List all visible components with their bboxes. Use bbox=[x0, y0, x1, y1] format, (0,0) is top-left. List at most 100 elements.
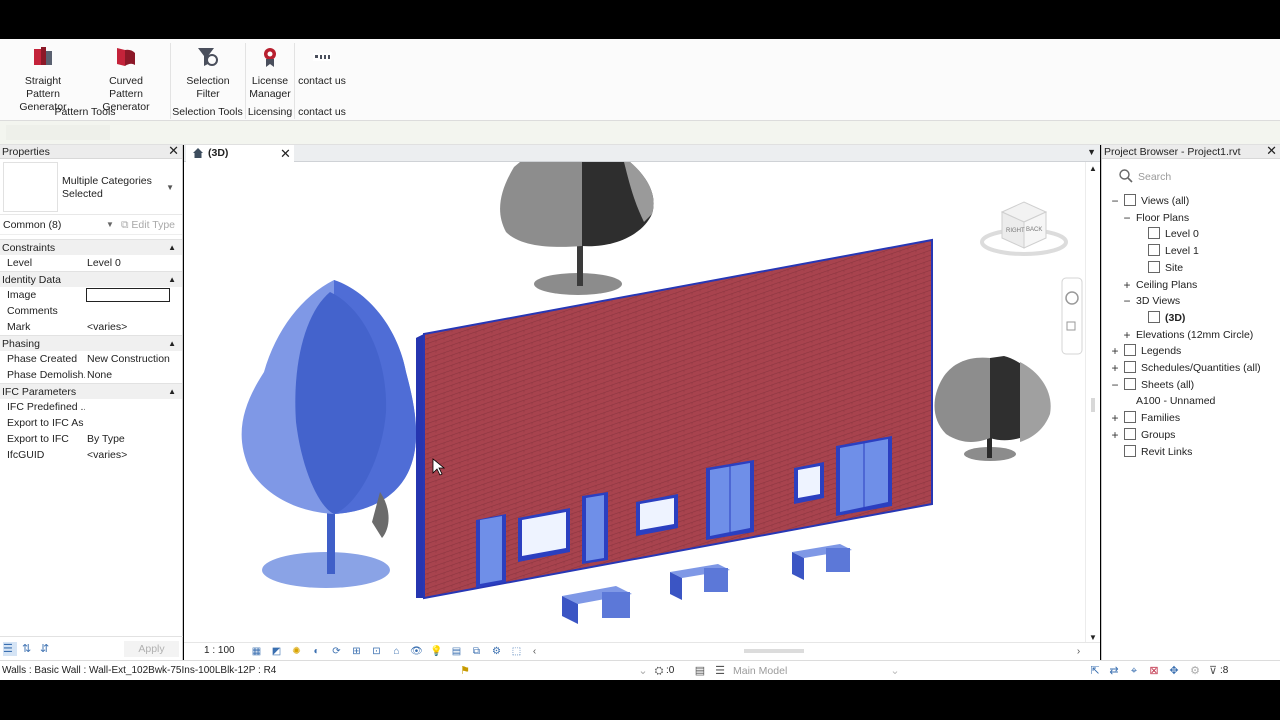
property-value[interactable]: None bbox=[87, 367, 112, 383]
collapse-icon[interactable]: − bbox=[1110, 377, 1120, 393]
property-value[interactable]: Level 0 bbox=[87, 255, 121, 271]
expand-icon[interactable]: + bbox=[1110, 360, 1120, 376]
temporary-hide-icon[interactable]: 👁 bbox=[410, 645, 423, 658]
chevron-down-icon[interactable]: ▼ bbox=[106, 215, 114, 235]
tree-item[interactable]: Revit Links bbox=[1124, 444, 1192, 460]
properties-help-icon[interactable]: ☰ bbox=[3, 642, 17, 656]
select-pinned-icon[interactable]: ⌖ bbox=[1127, 664, 1141, 678]
property-row[interactable]: Phase Created New Construction bbox=[0, 351, 182, 367]
tree-item[interactable]: + Groups bbox=[1111, 427, 1175, 443]
worksharing-display-icon[interactable]: ⧉ bbox=[470, 645, 483, 658]
expand-icon[interactable]: + bbox=[1110, 410, 1120, 426]
property-section-header[interactable]: IFC Parameters ▲ bbox=[0, 383, 182, 399]
filter-icon[interactable]: ⊽ bbox=[1206, 664, 1220, 678]
model-dropdown-icon[interactable]: ⌄ bbox=[888, 664, 902, 678]
property-value[interactable]: New Construction bbox=[87, 351, 170, 367]
close-tab-icon[interactable]: ✕ bbox=[280, 145, 291, 162]
tree-item[interactable]: + Ceiling Plans bbox=[1123, 277, 1197, 293]
property-value[interactable]: <varies> bbox=[87, 319, 127, 335]
chevron-down-icon[interactable]: ▼ bbox=[166, 183, 174, 192]
expand-icon[interactable]: + bbox=[1110, 427, 1120, 443]
workset-dropdown-icon[interactable]: ⌄ bbox=[636, 664, 650, 678]
crop-view-icon[interactable]: ⊞ bbox=[350, 645, 363, 658]
horizontal-scroll-thumb[interactable] bbox=[744, 649, 804, 653]
contact-us-button[interactable]: contact us bbox=[296, 45, 348, 88]
reveal-hidden-icon[interactable]: 💡 bbox=[430, 645, 443, 658]
collapse-icon[interactable]: ▲ bbox=[168, 240, 176, 256]
tree-item[interactable]: + Elevations (12mm Circle) bbox=[1123, 327, 1253, 343]
property-value[interactable]: <varies> bbox=[87, 447, 127, 463]
highlight-displacement-icon[interactable]: ⬚ bbox=[510, 645, 523, 658]
brick-wall[interactable] bbox=[416, 238, 933, 600]
collapse-icon[interactable]: − bbox=[1122, 210, 1132, 226]
tree-item[interactable]: A100 - Unnamed bbox=[1136, 393, 1215, 409]
edit-type-button[interactable]: ⧉ Edit Type bbox=[121, 215, 175, 235]
design-options-list-icon[interactable]: ☰ bbox=[713, 664, 727, 678]
3d-model-scene[interactable]: RIGHT BACK bbox=[184, 162, 1100, 642]
worksets-icon[interactable]: ⛭ bbox=[652, 664, 666, 678]
property-row[interactable]: IfcGUID <varies> bbox=[0, 447, 182, 463]
detail-level-icon[interactable]: ▦ bbox=[250, 645, 263, 658]
tree-item[interactable]: − Sheets (all) bbox=[1111, 377, 1194, 393]
select-underlay-icon[interactable]: ⇄ bbox=[1107, 664, 1121, 678]
scroll-down-icon[interactable]: ▼ bbox=[1089, 633, 1097, 642]
scroll-thumb[interactable] bbox=[1091, 398, 1095, 412]
sun-path-icon[interactable]: ✺ bbox=[290, 645, 303, 658]
expand-icon[interactable]: + bbox=[1122, 327, 1132, 343]
selection-filter-button[interactable]: Selection Filter bbox=[178, 45, 238, 101]
background-process-icon[interactable]: ⚙ bbox=[1188, 664, 1202, 678]
tree-item[interactable]: − Views (all) bbox=[1111, 193, 1189, 209]
show-crop-icon[interactable]: ⊡ bbox=[370, 645, 383, 658]
property-section-header[interactable]: Constraints ▲ bbox=[0, 239, 182, 255]
main-model-select[interactable]: Main Model bbox=[733, 665, 787, 677]
collapse-icon[interactable]: ▲ bbox=[168, 384, 176, 400]
collapse-icon[interactable]: ▲ bbox=[168, 272, 176, 288]
desk[interactable] bbox=[562, 586, 632, 624]
collapse-icon[interactable]: − bbox=[1122, 293, 1132, 309]
tree-item[interactable]: + Legends bbox=[1111, 343, 1181, 359]
scroll-right-icon[interactable]: › bbox=[1072, 645, 1085, 658]
lock-3d-view-icon[interactable]: ⌂ bbox=[390, 645, 403, 658]
property-section-header[interactable]: Identity Data ▲ bbox=[0, 271, 182, 287]
rendering-icon[interactable]: ⟳ bbox=[330, 645, 343, 658]
tree-right[interactable] bbox=[934, 356, 1051, 461]
scroll-left-icon[interactable]: ‹ bbox=[528, 645, 541, 658]
property-value[interactable]: By Type bbox=[87, 431, 125, 447]
tree-item[interactable]: + Schedules/Quantities (all) bbox=[1111, 360, 1261, 376]
property-row[interactable]: Export to IFC As bbox=[0, 415, 182, 431]
property-row[interactable]: Phase Demolish... None bbox=[0, 367, 182, 383]
property-row[interactable]: Level Level 0 bbox=[0, 255, 182, 271]
drag-elements-icon[interactable]: ✥ bbox=[1167, 664, 1181, 678]
navigation-bar[interactable] bbox=[1061, 277, 1083, 355]
type-selector[interactable]: Multiple Categories Selected ▼ bbox=[0, 159, 182, 215]
analytical-model-icon[interactable]: ⚙ bbox=[490, 645, 503, 658]
view-scale[interactable]: 1 : 100 bbox=[204, 645, 235, 656]
close-icon[interactable]: ✕ bbox=[168, 144, 179, 158]
straight-pattern-generator-button[interactable]: Straight Pattern Generator bbox=[4, 45, 82, 114]
tree-left[interactable] bbox=[241, 280, 417, 588]
temporary-view-properties-icon[interactable]: ▤ bbox=[450, 645, 463, 658]
tree-item[interactable]: (3D) bbox=[1148, 310, 1185, 326]
desk[interactable] bbox=[670, 564, 730, 600]
editable-only-icon[interactable]: ⚑ bbox=[458, 664, 472, 678]
visual-style-icon[interactable]: ◩ bbox=[270, 645, 283, 658]
search-input[interactable]: Search bbox=[1114, 167, 1272, 187]
tree-item[interactable]: Level 1 bbox=[1148, 243, 1199, 259]
property-row[interactable]: Image bbox=[0, 287, 182, 303]
tree-item[interactable]: Level 0 bbox=[1148, 226, 1199, 242]
viewcube[interactable]: RIGHT BACK bbox=[980, 201, 1068, 256]
sort-alpha-icon[interactable]: ⇵ bbox=[40, 642, 54, 656]
tree-item[interactable]: + Families bbox=[1111, 410, 1180, 426]
collapse-icon[interactable]: − bbox=[1110, 193, 1120, 209]
property-row[interactable]: Export to IFC By Type bbox=[0, 431, 182, 447]
close-icon[interactable]: ✕ bbox=[1266, 144, 1277, 158]
select-by-face-icon[interactable]: ⊠ bbox=[1147, 664, 1161, 678]
license-manager-button[interactable]: License Manager bbox=[248, 45, 292, 101]
scroll-up-icon[interactable]: ▲ bbox=[1089, 164, 1097, 173]
expand-icon[interactable]: + bbox=[1122, 277, 1132, 293]
apply-button[interactable]: Apply bbox=[124, 641, 179, 657]
select-links-icon[interactable]: ⇱ bbox=[1088, 664, 1102, 678]
shadows-icon[interactable]: ◐ bbox=[310, 645, 323, 658]
vertical-scrollbar[interactable]: ▲ ▼ bbox=[1085, 162, 1100, 642]
property-section-header[interactable]: Phasing ▲ bbox=[0, 335, 182, 351]
